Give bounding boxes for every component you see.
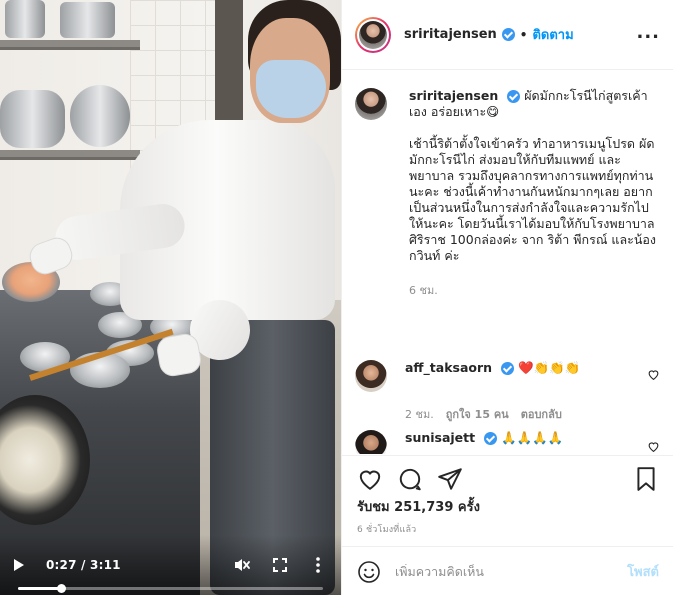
post-header: sriritajensen • ติดตาม ... <box>342 0 673 70</box>
comment-body: 🙏🙏🙏🙏 <box>501 430 564 445</box>
post-age[interactable]: 6 ชั่วโมงที่แล้ว <box>357 522 416 536</box>
video-pot <box>5 0 45 38</box>
video-shelf <box>0 40 140 50</box>
video-time: 0:27 / 3:11 <box>46 558 121 572</box>
commenter-avatar[interactable] <box>355 430 387 454</box>
comment-meta: 2 ชม. ถูกใจ 15 คน ตอบกลับ <box>405 405 660 423</box>
video-pot <box>60 2 115 38</box>
like-comment-heart-icon[interactable] <box>647 440 660 453</box>
caption-body: เช้านี้ริต้าตั้งใจเข้าครัว ทำอาหารเมนูโป… <box>409 136 656 263</box>
time-separator: / <box>81 558 91 572</box>
verified-badge-icon <box>501 28 515 41</box>
post-actions: รับชม 251,739 ครั้ง 6 ชั่วโมงที่แล้ว โพส… <box>342 455 673 595</box>
action-bar <box>357 464 659 494</box>
comment-text: aff_taksaorn ❤️👏👏👏 <box>405 360 580 392</box>
video-controls-row: 0:27 / 3:11 <box>14 553 327 577</box>
comment-time[interactable]: 2 ชม. <box>405 405 434 423</box>
commenter-username[interactable]: sunisajett <box>405 430 475 445</box>
verified-badge-icon <box>507 90 521 103</box>
verified-badge-icon <box>501 362 515 375</box>
caption-text: sriritajensen ผัดมักกะโรนีไก่สูตรเค้าเอง… <box>409 88 659 299</box>
instagram-post-modal: 0:27 / 3:11 sriritajensen • ติดตาม ... s… <box>0 0 673 595</box>
video-shelf <box>0 150 140 160</box>
comment-body: ❤️👏👏👏 <box>518 360 581 375</box>
comment-bubble-icon[interactable] <box>397 466 423 492</box>
caption-row: sriritajensen ผัดมักกะโรนีไก่สูตรเค้าเอง… <box>355 88 660 299</box>
post-video[interactable]: 0:27 / 3:11 <box>0 0 341 595</box>
video-colander <box>70 85 130 147</box>
comment-row: sunisajett 🙏🙏🙏🙏 <box>355 430 660 454</box>
emoji-smiley-icon[interactable] <box>357 560 381 584</box>
reply-button[interactable]: ตอบกลับ <box>521 405 562 423</box>
video-controls-right <box>233 556 327 574</box>
comment-input[interactable] <box>395 564 595 579</box>
more-icon[interactable] <box>309 556 327 574</box>
caption-timestamp[interactable]: 6 ชม. <box>409 283 659 299</box>
video-progress-fill <box>18 587 61 590</box>
post-caption: sriritajensen ผัดมักกะโรนีไก่สูตรเค้าเอง… <box>355 88 660 299</box>
author-username[interactable]: sriritajensen <box>404 27 497 42</box>
like-heart-icon[interactable] <box>357 466 383 492</box>
more-options-button[interactable]: ... <box>636 24 660 42</box>
video-face-mask <box>256 60 326 118</box>
play-icon[interactable] <box>14 559 24 571</box>
like-comment-heart-icon[interactable] <box>647 368 660 381</box>
comment-likes[interactable]: ถูกใจ 15 คน <box>446 405 509 423</box>
comment-item: aff_taksaorn ❤️👏👏👏 2 ชม. ถูกใจ 15 คน ตอบ… <box>355 360 660 423</box>
mute-icon[interactable] <box>233 556 251 574</box>
video-controls: 0:27 / 3:11 <box>0 535 341 595</box>
commenter-avatar[interactable] <box>355 360 387 392</box>
save-bookmark-icon[interactable] <box>633 466 659 492</box>
share-plane-icon[interactable] <box>437 466 463 492</box>
caption-avatar[interactable] <box>355 88 387 120</box>
header-separator: • <box>519 27 528 42</box>
view-count[interactable]: รับชม 251,739 ครั้ง <box>357 496 480 517</box>
author-avatar-photo <box>359 20 387 49</box>
caption-username[interactable]: sriritajensen <box>409 88 498 103</box>
add-comment-bar: โพสต์ <box>342 546 673 595</box>
duration: 3:11 <box>90 558 121 572</box>
fullscreen-icon[interactable] <box>271 556 289 574</box>
current-time: 0:27 <box>46 558 77 572</box>
video-progress-bar[interactable] <box>18 584 323 593</box>
comment-row: aff_taksaorn ❤️👏👏👏 <box>355 360 660 392</box>
post-side-panel: sriritajensen • ติดตาม ... sriritajensen… <box>341 0 673 595</box>
comment-item: sunisajett 🙏🙏🙏🙏 <box>355 430 660 454</box>
author-avatar[interactable] <box>355 16 391 53</box>
post-comment-button[interactable]: โพสต์ <box>627 561 659 582</box>
video-colander <box>0 90 65 148</box>
verified-badge-icon <box>484 432 498 445</box>
follow-button[interactable]: ติดตาม <box>532 24 573 45</box>
video-progress-knob[interactable] <box>56 584 66 593</box>
commenter-username[interactable]: aff_taksaorn <box>405 360 492 375</box>
comment-text: sunisajett 🙏🙏🙏🙏 <box>405 430 563 454</box>
